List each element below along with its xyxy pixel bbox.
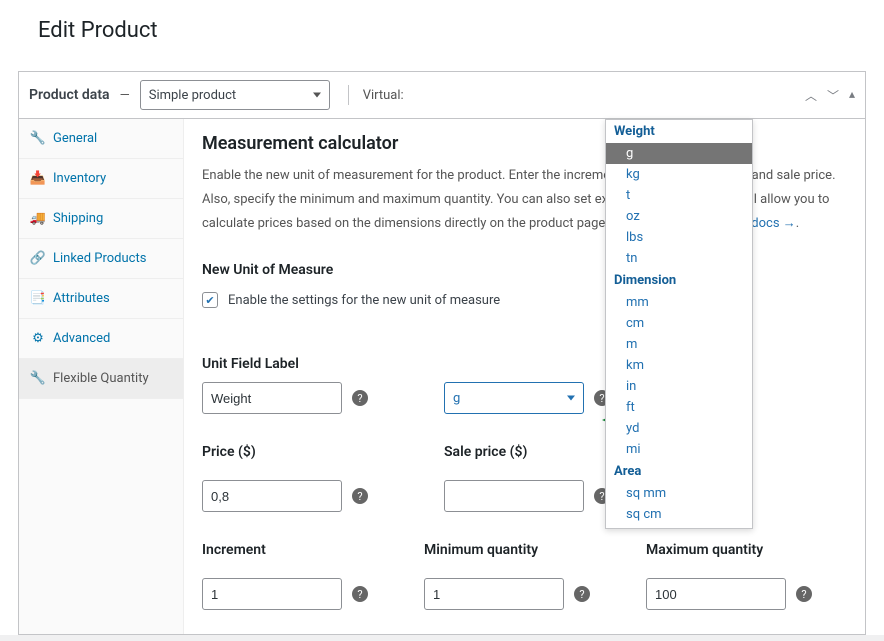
dropdown-item[interactable]: cm — [606, 313, 752, 334]
max-qty-label: Maximum quantity — [646, 542, 812, 558]
tab-flexible-quantity[interactable]: 🔧 Flexible Quantity — [19, 359, 183, 399]
tab-label: Inventory — [53, 171, 106, 186]
dropdown-item[interactable]: lbs — [606, 227, 752, 248]
truck-icon: 🚚 — [31, 212, 45, 226]
product-data-panel: Product data — Simple product Virtual: ︿… — [18, 71, 866, 635]
dropdown-item[interactable]: sq mm — [606, 483, 752, 504]
wrench-icon: 🔧 — [31, 132, 45, 146]
chevron-down-icon[interactable]: ﹀ — [827, 87, 839, 104]
panel-toggle-icons: ︿ ﹀ ▴ — [805, 87, 855, 104]
list-icon: 📑 — [31, 292, 45, 306]
chevron-up-icon[interactable]: ︿ — [805, 87, 817, 104]
product-type-select[interactable]: Simple product — [140, 80, 330, 110]
tab-shipping[interactable]: 🚚 Shipping — [19, 199, 183, 239]
page-title: Edit Product — [0, 0, 884, 57]
sale-price-input[interactable] — [444, 480, 584, 512]
increment-input[interactable] — [202, 578, 342, 610]
min-qty-input[interactable] — [424, 578, 564, 610]
tab-advanced[interactable]: ⚙ Advanced — [19, 319, 183, 359]
unit-select-value: g — [453, 391, 460, 406]
dropdown-item[interactable]: oz — [606, 206, 752, 227]
dropdown-item[interactable]: km — [606, 355, 752, 376]
tab-linked-products[interactable]: 🔗 Linked Products — [19, 239, 183, 279]
sale-price-label: Sale price ($) — [444, 444, 610, 460]
tab-inventory[interactable]: 📥 Inventory — [19, 159, 183, 199]
tab-label: Attributes — [53, 291, 110, 306]
min-qty-label: Minimum quantity — [424, 542, 590, 558]
dash: — — [120, 88, 130, 103]
product-tabs: 🔧 General 📥 Inventory 🚚 Shipping 🔗 Linked Produ… — [19, 119, 184, 634]
panel-header: Product data — Simple product Virtual: ︿… — [19, 72, 865, 119]
dropdown-item[interactable]: kg — [606, 164, 752, 185]
max-qty-input[interactable] — [646, 578, 786, 610]
help-icon[interactable]: ? — [352, 390, 368, 406]
tab-attributes[interactable]: 📑 Attributes — [19, 279, 183, 319]
dropdown-item[interactable]: mm — [606, 292, 752, 313]
dropdown-item[interactable]: mi — [606, 439, 752, 460]
help-icon[interactable]: ? — [352, 586, 368, 602]
triangle-up-icon[interactable]: ▴ — [849, 87, 855, 104]
dropdown-item[interactable]: g — [606, 143, 752, 164]
help-icon[interactable]: ? — [352, 488, 368, 504]
dropdown-group: Area — [606, 460, 752, 483]
dropdown-item[interactable]: ft — [606, 397, 752, 418]
dropdown-item[interactable]: yd — [606, 418, 752, 439]
increment-label: Increment — [202, 542, 368, 558]
price-input[interactable] — [202, 480, 342, 512]
dropdown-item[interactable]: t — [606, 185, 752, 206]
help-icon[interactable]: ? — [796, 586, 812, 602]
dropdown-item[interactable]: in — [606, 376, 752, 397]
dropdown-group: Weight — [606, 120, 752, 143]
tab-label: Advanced — [53, 331, 110, 346]
link-icon: 🔗 — [31, 252, 45, 266]
unit-field-label-input[interactable] — [202, 382, 342, 414]
virtual-label: Virtual: — [363, 88, 404, 103]
dropdown-item[interactable]: m — [606, 334, 752, 355]
inbox-icon: 📥 — [31, 172, 45, 186]
tab-label: Linked Products — [53, 251, 146, 266]
enable-label: Enable the settings for the new unit of … — [228, 293, 500, 308]
tab-content: WeightgkgtozlbstnDimensionmmcmmkminftydm… — [184, 119, 865, 634]
unit-dropdown[interactable]: WeightgkgtozlbstnDimensionmmcmmkminftydm… — [605, 119, 753, 529]
enable-checkbox[interactable] — [202, 292, 218, 308]
separator — [348, 85, 349, 105]
unit-select[interactable]: g — [444, 382, 584, 414]
help-icon[interactable]: ? — [574, 586, 590, 602]
dropdown-item[interactable]: sq m — [606, 525, 752, 529]
gear-icon: ⚙ — [31, 332, 45, 346]
dropdown-item[interactable]: sq cm — [606, 504, 752, 525]
product-type-value: Simple product — [149, 88, 236, 103]
tab-label: Flexible Quantity — [53, 371, 149, 386]
tab-label: Shipping — [53, 211, 103, 226]
dropdown-group: Dimension — [606, 269, 752, 292]
dropdown-item[interactable]: tn — [606, 248, 752, 269]
wrench-icon: 🔧 — [31, 372, 45, 386]
tab-general[interactable]: 🔧 General — [19, 119, 183, 159]
price-label: Price ($) — [202, 444, 368, 460]
product-data-label: Product data — [29, 87, 110, 103]
tab-label: General — [53, 131, 97, 146]
